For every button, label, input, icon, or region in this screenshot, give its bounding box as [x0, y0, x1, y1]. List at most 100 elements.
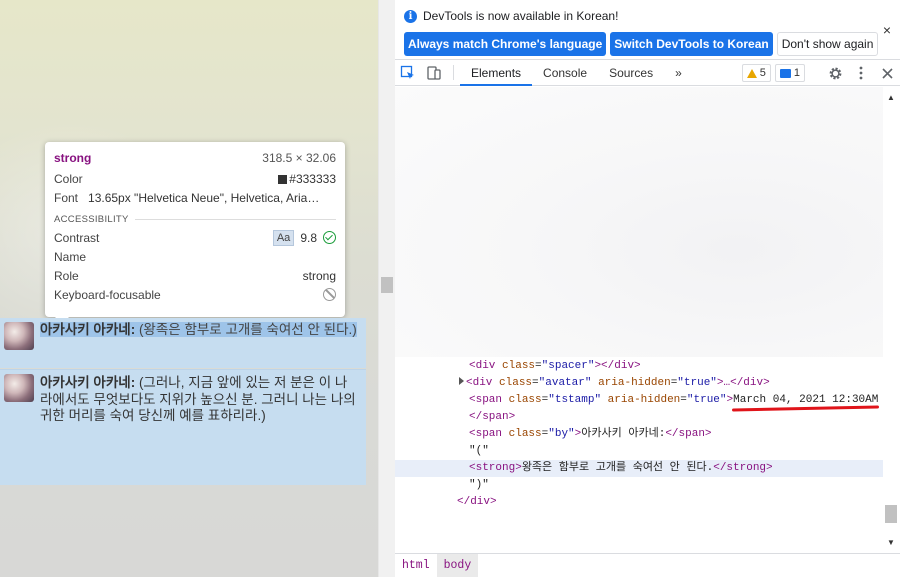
message-author: 아카사키 아카네:: [40, 375, 136, 390]
device-toolbar-icon[interactable]: [421, 60, 447, 85]
elements-blank-area: [395, 87, 883, 357]
message-text: 아카사키 아카네: (그러나, 지금 앞에 있는 저 분은 이 나라에서도 무엇…: [40, 375, 356, 423]
chat-message[interactable]: 아카사키 아카네: (왕족은 함부로 고개를 숙여선 안 된다.): [0, 318, 366, 368]
info-icon: i: [404, 9, 417, 23]
expand-triangle-icon[interactable]: [459, 377, 464, 385]
breadcrumb-html[interactable]: html: [395, 554, 437, 577]
more-options-kebab-icon[interactable]: [848, 66, 874, 80]
dom-tag: >…</div>: [716, 377, 770, 389]
switch-to-korean-button[interactable]: Switch DevTools to Korean: [610, 32, 773, 56]
tooltip-color-value: #333333: [278, 172, 336, 186]
tab-console[interactable]: Console: [532, 60, 598, 85]
tooltip-keyboard-label: Keyboard-focusable: [54, 287, 161, 302]
tooltip-name-label: Name: [54, 249, 87, 264]
messages-counter[interactable]: 1: [774, 64, 805, 82]
tooltip-font-row: Font 13.65px "Helvetica Neue", Helvetica…: [54, 188, 336, 207]
tooltip-header: strong 318.5 × 32.06: [54, 150, 336, 166]
message-body: (왕족은 함부로 고개를 숙여선 안 된다.): [135, 322, 357, 337]
tooltip-font-value: 13.65px "Helvetica Neue", Helvetica, Ari…: [88, 190, 320, 205]
tooltip-font-label: Font: [54, 190, 79, 205]
tooltip-contrast-row: Contrast Aa 9.8: [54, 228, 336, 247]
infobar-message: DevTools is now available in Korean!: [423, 9, 619, 23]
scroll-up-arrow-icon[interactable]: ▲: [887, 93, 895, 102]
dom-node[interactable]: </span>: [395, 409, 883, 426]
tooltip-contrast-value: 9.8: [300, 230, 317, 245]
web-page-viewport: strong 318.5 × 32.06 Color #333333 Font …: [0, 0, 378, 577]
dom-tag: ></div>: [594, 360, 641, 372]
tooltip-color-label: Color: [54, 171, 83, 186]
dom-node[interactable]: <span class="tstamp" aria-hidden="true">…: [395, 392, 883, 412]
more-tabs-chevron-icon[interactable]: »: [664, 60, 693, 85]
dom-attr-value: "true": [686, 394, 727, 406]
tooltip-tag: strong: [54, 151, 92, 165]
chat-message-list: 아카사키 아카네: (왕족은 함부로 고개를 숙여선 안 된다.) 아카사키 아…: [0, 318, 366, 485]
dom-attr-name: class: [502, 360, 536, 372]
dom-attr-value: "spacer": [541, 360, 595, 372]
infobar-actions: Always match Chrome's language Switch De…: [404, 32, 900, 56]
dom-tag: <span: [469, 394, 503, 406]
warnings-counter[interactable]: 5: [741, 64, 771, 82]
dom-text-node: 왕족은 함부로 고개를 숙여선 안 된다.: [521, 462, 714, 474]
tooltip-color-row: Color #333333: [54, 169, 336, 188]
dom-node[interactable]: ")": [395, 477, 883, 494]
messages-count: 1: [793, 67, 800, 79]
dom-node[interactable]: </div>: [395, 494, 883, 511]
tooltip-role-label: Role: [54, 268, 79, 283]
dom-node[interactable]: "(": [395, 443, 883, 460]
page-scrollbar-thumb[interactable]: [381, 277, 393, 293]
avatar: [4, 322, 34, 350]
dom-tree: <div class="spacer"></div> <div class="a…: [395, 357, 883, 553]
devtools-panel: i DevTools is now available in Korean! A…: [395, 0, 900, 577]
dom-node[interactable]: <div class="spacer"></div>: [395, 358, 883, 375]
dom-tag: </strong>: [713, 462, 773, 474]
toolbar-separator: [453, 65, 454, 80]
tooltip-contrast-label: Contrast: [54, 230, 100, 245]
warnings-count: 5: [759, 67, 766, 79]
chat-message[interactable]: 아카사키 아카네: (그러나, 지금 앞에 있는 저 분은 이 나라에서도 무엇…: [0, 369, 366, 485]
dom-tag: <div: [466, 377, 493, 389]
toolbar-right-group: 5 1: [741, 60, 900, 86]
elements-panel: <div class="spacer"></div> <div class="a…: [395, 87, 900, 553]
dont-show-again-button[interactable]: Don't show again: [776, 32, 879, 56]
message-author: 아카사키 아카네:: [40, 322, 136, 337]
dom-tag: <span: [469, 428, 503, 440]
breadcrumb: html body: [395, 553, 900, 577]
tab-elements[interactable]: Elements: [460, 60, 533, 86]
always-match-language-button[interactable]: Always match Chrome's language: [404, 32, 607, 56]
color-swatch-icon: [278, 174, 288, 184]
dom-node-selected[interactable]: <strong>왕족은 함부로 고개를 숙여선 안 된다.</strong>: [395, 460, 883, 477]
contrast-pass-check-icon: [323, 231, 336, 244]
tooltip-color-hex: #333333: [289, 171, 336, 186]
tooltip-role-row: Role strong: [54, 266, 336, 285]
dom-tag: </span>: [665, 428, 712, 440]
breadcrumb-body[interactable]: body: [436, 554, 479, 577]
elements-scrollbar-thumb[interactable]: [885, 505, 897, 523]
dom-attr-value: "true": [677, 377, 717, 389]
settings-gear-icon[interactable]: [822, 66, 848, 81]
contrast-aa-badge: Aa: [272, 229, 295, 246]
scroll-down-arrow-icon[interactable]: ▼: [887, 538, 895, 547]
message-icon: [779, 68, 791, 78]
devtools-toolbar: Elements Console Sources » 5 1: [395, 60, 900, 86]
dom-tag: <strong>: [469, 462, 522, 474]
dom-attr-name: class: [508, 428, 542, 440]
dom-node[interactable]: <div class="avatar" aria-hidden="true">……: [395, 375, 883, 392]
avatar: [4, 374, 34, 402]
elements-scrollbar[interactable]: ▲ ▼: [883, 87, 900, 553]
dom-tag: <div: [469, 360, 496, 372]
not-focusable-icon: [323, 288, 336, 301]
message-text: 아카사키 아카네: (왕족은 함부로 고개를 숙여선 안 된다.): [40, 322, 357, 337]
dom-attr-name: aria-hidden: [598, 377, 671, 389]
dom-node[interactable]: <span class="by">아카사키 아카네:</span>: [395, 426, 883, 443]
dom-attr-value: "tstamp": [548, 394, 602, 406]
dom-text-node: March 04, 2021 12:30AM: [733, 394, 879, 406]
dom-attr-value: "avatar": [538, 377, 592, 389]
close-devtools-icon[interactable]: [874, 67, 900, 79]
tab-sources[interactable]: Sources: [598, 60, 664, 85]
tooltip-role-value: strong: [302, 268, 336, 283]
tooltip-name-row: Name: [54, 247, 336, 266]
inspect-element-icon[interactable]: [395, 60, 421, 85]
page-scrollbar[interactable]: [378, 0, 395, 577]
section-divider: [134, 218, 336, 220]
close-infobar-icon[interactable]: ×: [883, 22, 891, 38]
